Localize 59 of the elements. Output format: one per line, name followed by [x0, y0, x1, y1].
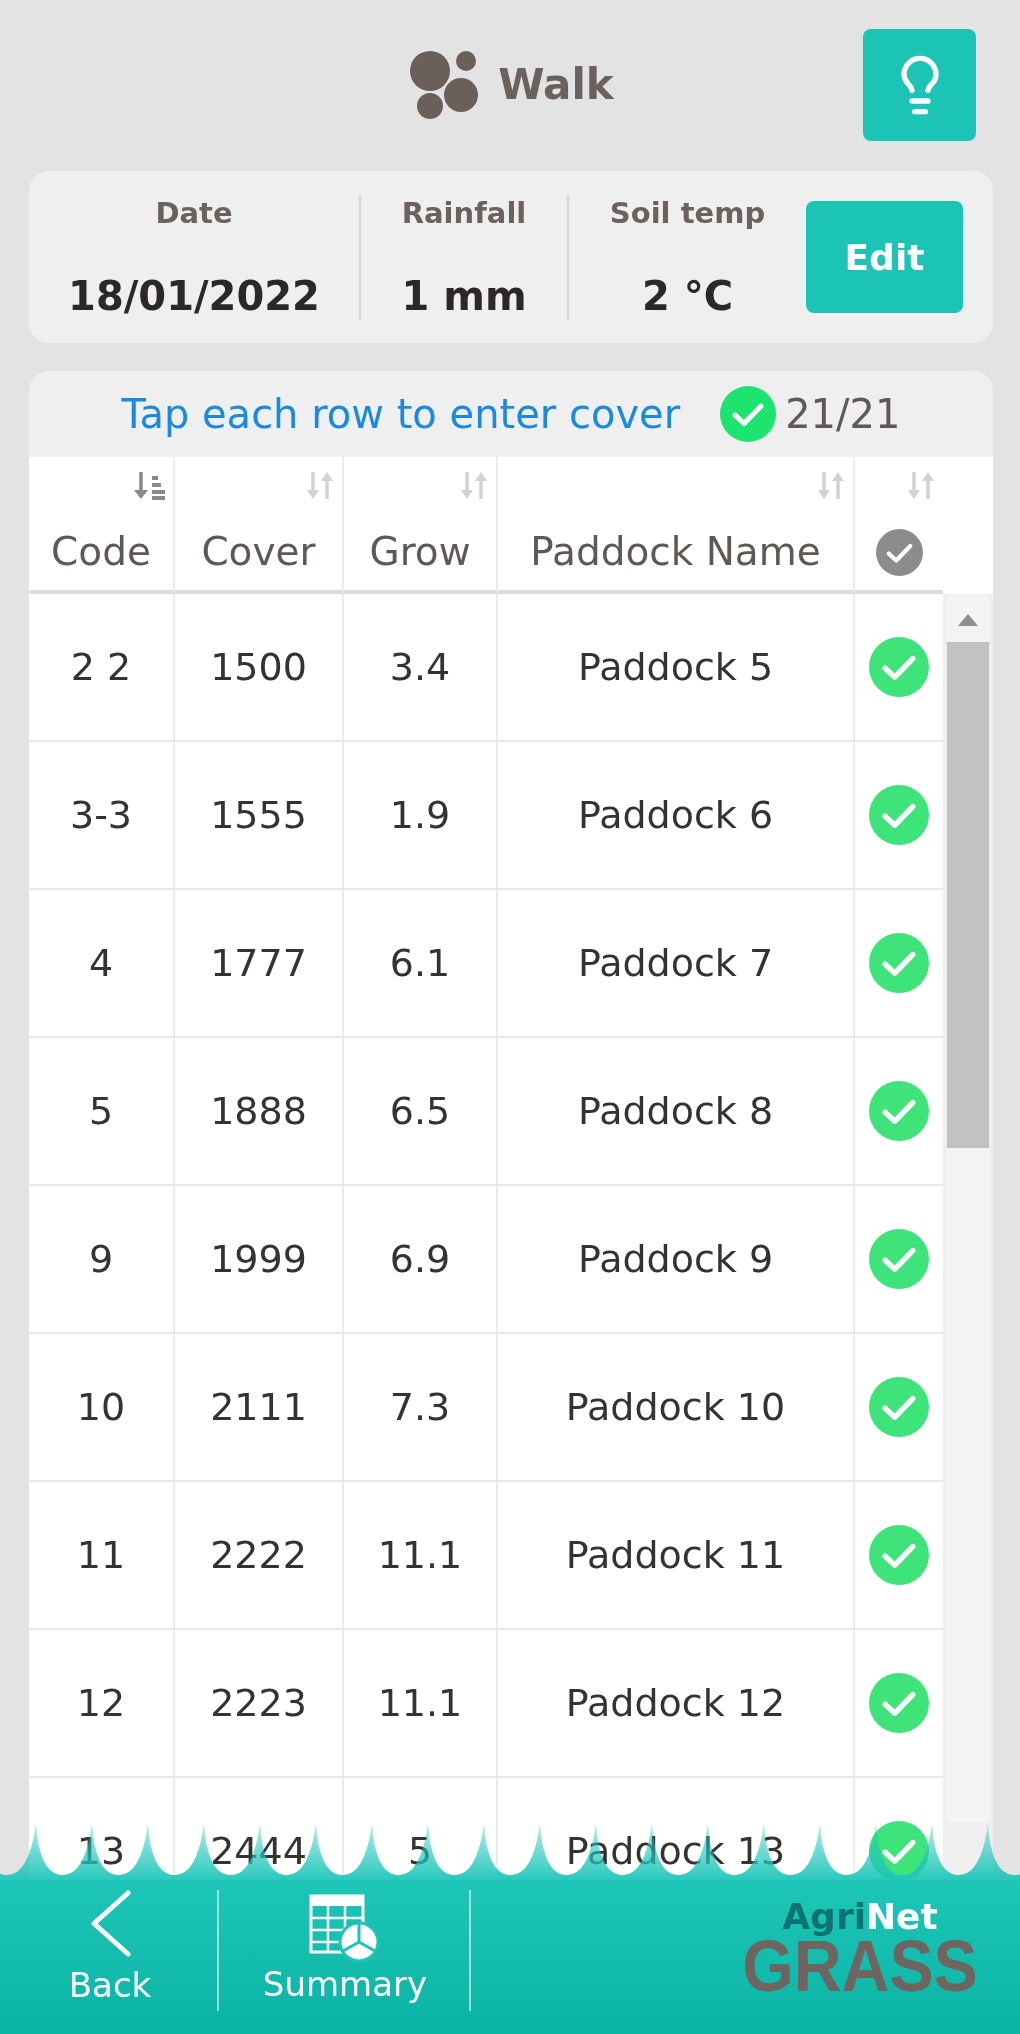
table-cell: 11 — [76, 1533, 126, 1577]
table-row[interactable]: 5 1888 6.5 Paddock 8 — [29, 1038, 943, 1186]
lightbulb-button[interactable] — [863, 29, 976, 141]
condition-value: 1 mm — [401, 271, 527, 320]
condition-label: Soil temp — [609, 194, 766, 231]
spreadsheet-chart-icon — [309, 1894, 381, 1964]
table-cell: 7.3 — [389, 1385, 451, 1429]
table-cell: 10 — [76, 1385, 126, 1429]
table-cell: 9 — [88, 1237, 114, 1281]
table-cell: 2223 — [210, 1681, 307, 1725]
circles-icon — [408, 50, 481, 120]
table-cell: Paddock 11 — [565, 1533, 786, 1577]
table-cell: Paddock 8 — [577, 1089, 774, 1133]
check-icon — [875, 529, 923, 576]
table-row[interactable]: 2 2 1500 3.4 Paddock 5 — [29, 594, 943, 742]
table-row[interactable]: 12 2223 11.1 Paddock 12 — [29, 1630, 943, 1778]
page-title: Walk — [498, 59, 614, 111]
table-cell: 3.4 — [389, 645, 451, 689]
table-cell: 1888 — [210, 1089, 307, 1133]
logo-name: AgriNet — [782, 1897, 938, 1937]
condition-value: 18/01/2022 — [68, 271, 320, 320]
scroll-up-icon[interactable] — [958, 614, 978, 626]
table-cell: 2 2 — [70, 645, 132, 689]
table-row[interactable]: 11 2222 11.1 Paddock 11 — [29, 1482, 943, 1630]
condition-label: Date — [155, 194, 233, 231]
condition-value: 2 °C — [641, 271, 734, 320]
table-cell: 6.9 — [389, 1237, 451, 1281]
table-cell: 11.1 — [377, 1533, 463, 1577]
logo-title: GRASS — [742, 1937, 978, 1995]
table-cell: 12 — [76, 1681, 126, 1725]
table-cell: Paddock 5 — [577, 645, 774, 689]
table-row[interactable]: 4 1777 6.1 Paddock 7 — [29, 890, 943, 1038]
table-cell: Paddock 7 — [577, 941, 774, 985]
chevron-left-icon — [88, 1890, 132, 1957]
table-cell: 4 — [88, 941, 114, 985]
table-cell: 11.1 — [377, 1681, 463, 1725]
table-cell: 3-3 — [69, 793, 133, 837]
table-cell: 1999 — [210, 1237, 307, 1281]
table-row[interactable]: 10 2111 7.3 Paddock 10 — [29, 1334, 943, 1482]
table-cell: 1500 — [210, 645, 307, 689]
table-cell: 1555 — [210, 793, 307, 837]
table-cell: 1777 — [210, 941, 307, 985]
table-cell: 6.1 — [389, 941, 451, 985]
scrollbar-thumb[interactable] — [947, 642, 989, 1148]
table-cell: Paddock 10 — [565, 1385, 786, 1429]
instruction-text: Tap each row to enter cover — [121, 390, 681, 438]
table-row[interactable]: 9 1999 6.9 Paddock 9 — [29, 1186, 943, 1334]
table-cell: Paddock 12 — [565, 1681, 786, 1725]
table-cell: Paddock 6 — [577, 793, 774, 837]
table-cell: 2111 — [210, 1385, 307, 1429]
table-cell: 1.9 — [389, 793, 451, 837]
table-cell: 6.5 — [389, 1089, 451, 1133]
table-row[interactable]: 3-3 1555 1.9 Paddock 6 — [29, 742, 943, 890]
table-cell: 2222 — [210, 1533, 307, 1577]
table-cell: 5 — [88, 1089, 114, 1133]
progress-count: 21/21 — [785, 390, 901, 438]
table-cell: Paddock 9 — [577, 1237, 774, 1281]
condition-label: Rainfall — [401, 194, 527, 231]
scrollbar-track[interactable] — [947, 596, 989, 1822]
